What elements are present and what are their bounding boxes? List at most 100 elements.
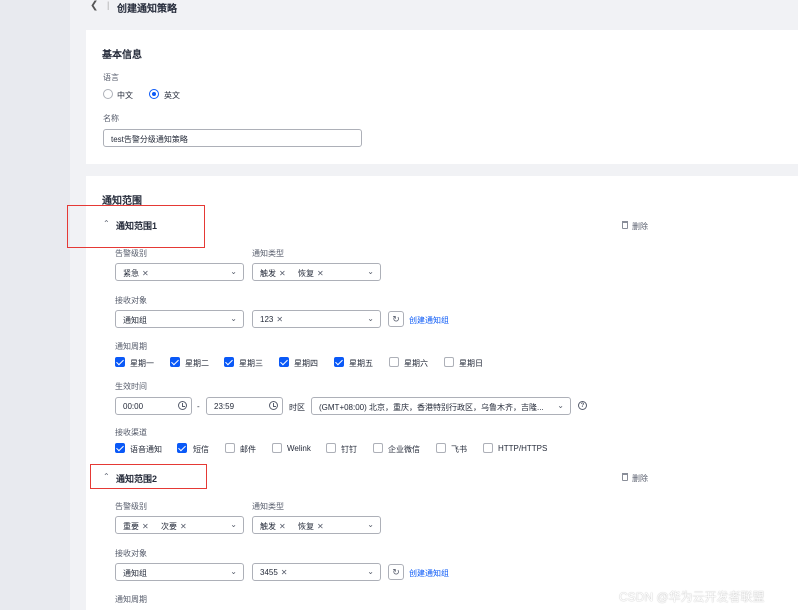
time-dash: - <box>197 402 200 411</box>
receiver-group-tag: 123 ✕ <box>260 315 284 324</box>
close-icon[interactable]: ✕ <box>180 522 187 531</box>
chevron-down-icon: ⌄ <box>367 520 374 529</box>
chevron-down-icon: ⌄ <box>230 267 237 276</box>
checkbox-feishu[interactable] <box>436 443 446 453</box>
chevron-down-icon: ⌄ <box>367 267 374 276</box>
close-icon[interactable]: ✕ <box>142 269 149 278</box>
receiver-type-value: 通知组 <box>123 316 147 325</box>
alarm-level-tag: 次要 ✕ <box>161 522 187 531</box>
day-label: 星期六 <box>404 359 428 368</box>
receiver-type-select[interactable]: 通知组 ⌄ <box>115 563 244 581</box>
chevron-down-icon: ⌄ <box>230 314 237 323</box>
notify-type-label: 通知类型 <box>252 502 284 511</box>
language-option-zh: 中文 <box>117 91 133 100</box>
close-icon[interactable]: ✕ <box>279 269 286 278</box>
trash-icon[interactable] <box>622 473 628 481</box>
end-time-input[interactable]: 23:59 <box>206 397 283 415</box>
receiver-label: 接收对象 <box>115 549 147 558</box>
name-value: test告警分级通知策略 <box>111 135 188 144</box>
chevron-left-icon[interactable]: ❮ <box>90 0 98 11</box>
checkbox-saturday[interactable] <box>389 357 399 367</box>
clock-icon <box>178 401 187 410</box>
alarm-level-label: 告警级别 <box>115 249 147 258</box>
chevron-down-icon: ⌄ <box>367 567 374 576</box>
start-time-input[interactable]: 00:00 <box>115 397 192 415</box>
channel-option: 钉钉 <box>341 445 357 454</box>
checkbox-tuesday[interactable] <box>170 357 180 367</box>
checkbox-email[interactable] <box>225 443 235 453</box>
create-group-link[interactable]: 创建通知组 <box>409 568 449 579</box>
checkbox-welink[interactable] <box>272 443 282 453</box>
checkbox-dingtalk[interactable] <box>326 443 336 453</box>
timezone-select[interactable]: (GMT+08:00) 北京，重庆，香港特别行政区，乌鲁木齐，吉隆... ⌄ <box>311 397 571 415</box>
close-icon[interactable]: ✕ <box>317 522 324 531</box>
scope2-delete[interactable]: 删除 <box>632 473 648 484</box>
channel-label: 接收渠道 <box>115 428 147 437</box>
start-time-value: 00:00 <box>123 402 144 411</box>
checkbox-sunday[interactable] <box>444 357 454 367</box>
checkbox-sms[interactable] <box>177 443 187 453</box>
notify-type-tag: 恢复 ✕ <box>298 269 324 278</box>
refresh-icon[interactable]: ↻ <box>388 564 404 580</box>
close-icon[interactable]: ✕ <box>281 568 288 577</box>
close-icon[interactable]: ✕ <box>317 269 324 278</box>
left-rail <box>0 0 70 610</box>
refresh-icon[interactable]: ↻ <box>388 311 404 327</box>
checkbox-voice[interactable] <box>115 443 125 453</box>
scope1-delete[interactable]: 删除 <box>632 221 648 232</box>
checkbox-http[interactable] <box>483 443 493 453</box>
scope2-title[interactable]: 通知范围2 <box>116 472 157 485</box>
day-label: 星期二 <box>185 359 209 368</box>
alarm-level-label: 告警级别 <box>115 502 147 511</box>
checkbox-wecom[interactable] <box>373 443 383 453</box>
checkbox-wednesday[interactable] <box>224 357 234 367</box>
close-icon[interactable]: ✕ <box>279 522 286 531</box>
day-label: 星期五 <box>349 359 373 368</box>
alarm-level-select[interactable]: 重要 ✕ 次要 ✕ ⌄ <box>115 516 244 534</box>
receiver-type-select[interactable]: 通知组 ⌄ <box>115 310 244 328</box>
close-icon[interactable]: ✕ <box>142 522 149 531</box>
clock-icon <box>269 401 278 410</box>
trash-icon[interactable] <box>622 221 628 229</box>
day-label: 星期三 <box>239 359 263 368</box>
chevron-up-icon[interactable]: ⌃ <box>103 472 110 481</box>
notify-type-select[interactable]: 触发 ✕ 恢复 ✕ ⌄ <box>252 516 381 534</box>
alarm-level-select[interactable]: 紧急 ✕ ⌄ <box>115 263 244 281</box>
receiver-label: 接收对象 <box>115 296 147 305</box>
day-label: 星期一 <box>130 359 154 368</box>
chevron-down-icon: ⌄ <box>230 520 237 529</box>
chevron-up-icon[interactable]: ⌃ <box>103 219 110 228</box>
channel-option: 飞书 <box>451 445 467 454</box>
receiver-group-select[interactable]: 123 ✕ ⌄ <box>252 310 381 328</box>
effective-time-label: 生效时间 <box>115 382 147 391</box>
day-label: 星期四 <box>294 359 318 368</box>
name-input[interactable]: test告警分级通知策略 <box>103 129 362 147</box>
name-label: 名称 <box>103 114 119 123</box>
help-icon[interactable]: ? <box>578 401 587 410</box>
notify-type-select[interactable]: 触发 ✕ 恢复 ✕ ⌄ <box>252 263 381 281</box>
language-radio-zh[interactable] <box>103 89 113 99</box>
language-radio-en[interactable] <box>149 89 159 99</box>
scope1-title[interactable]: 通知范围1 <box>116 219 157 232</box>
language-label: 语言 <box>103 73 119 82</box>
channel-option: 企业微信 <box>388 445 420 454</box>
day-label: 星期日 <box>459 359 483 368</box>
checkbox-monday[interactable] <box>115 357 125 367</box>
channel-option: Welink <box>287 444 311 453</box>
period-label: 通知周期 <box>115 342 147 351</box>
chevron-down-icon: ⌄ <box>367 314 374 323</box>
chevron-down-icon: ⌄ <box>230 567 237 576</box>
notify-type-label: 通知类型 <box>252 249 284 258</box>
receiver-group-select[interactable]: 3455 ✕ ⌄ <box>252 563 381 581</box>
receiver-group-tag: 3455 ✕ <box>260 568 288 577</box>
checkbox-thursday[interactable] <box>279 357 289 367</box>
notify-type-tag: 触发 ✕ <box>260 269 286 278</box>
channel-option: HTTP/HTTPS <box>498 444 548 453</box>
channel-option: 邮件 <box>240 445 256 454</box>
close-icon[interactable]: ✕ <box>276 315 283 324</box>
checkbox-friday[interactable] <box>334 357 344 367</box>
channel-option: 语音通知 <box>130 445 162 454</box>
watermark: CSDN @华为云开发者联盟 <box>619 590 765 604</box>
page-title: 创建通知策略 <box>117 4 177 15</box>
create-group-link[interactable]: 创建通知组 <box>409 315 449 326</box>
